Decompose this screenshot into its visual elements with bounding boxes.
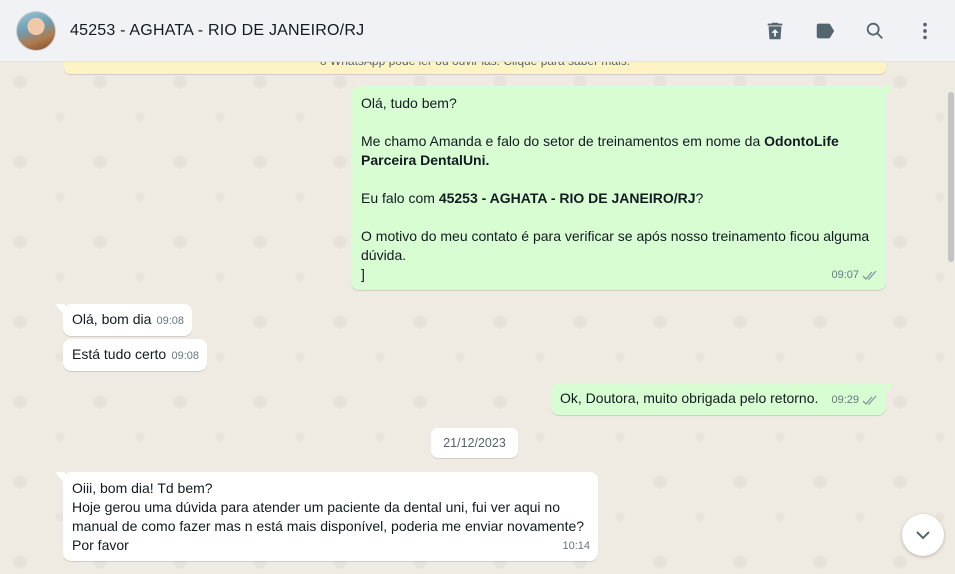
chat-title[interactable]: 45253 - AGHATA - RIO DE JANEIRO/RJ	[70, 22, 364, 40]
bubble-tail	[884, 383, 894, 395]
message-text: Está tudo certo	[72, 346, 167, 362]
bubble-tail	[55, 472, 65, 484]
scrollbar-thumb[interactable]	[948, 92, 954, 262]
double-check-icon	[862, 395, 877, 405]
scroll-to-bottom-button[interactable]	[902, 514, 944, 556]
date-separator: 21/12/2023	[431, 428, 518, 458]
search-icon	[866, 22, 883, 39]
label-button[interactable]	[813, 19, 837, 43]
delete-icon	[767, 22, 783, 40]
message-text: Olá, bom dia	[72, 311, 152, 327]
message-text: Me chamo Amanda e falo do setor de trein…	[361, 133, 839, 168]
chat-area[interactable]: o WhatsApp pode ler ou ouvir las. Clique…	[0, 62, 955, 574]
menu-icon	[923, 22, 927, 40]
message-bubble-incoming[interactable]: Oiii, bom dia! Td bem? Hoje gerou uma dú…	[55, 472, 598, 561]
message-text: Oiii, bom dia! Td bem?	[72, 480, 213, 496]
message-bubble-incoming[interactable]: Está tudo certo 09:08	[63, 339, 207, 371]
message-text: Ok, Doutora, muito obrigada pelo retorno…	[560, 390, 819, 406]
delete-button[interactable]	[763, 19, 787, 43]
label-icon	[816, 23, 835, 39]
bubble-tail	[55, 304, 65, 316]
message-text: Olá, tudo bem?	[361, 95, 457, 111]
bubble-tail	[884, 86, 894, 98]
message-time: 09:29	[831, 391, 878, 410]
message-text: Por favor	[72, 537, 129, 553]
message-time: 09:08	[171, 350, 199, 362]
chat-header: 45253 - AGHATA - RIO DE JANEIRO/RJ	[0, 0, 955, 62]
menu-button[interactable]	[913, 19, 937, 43]
search-button[interactable]	[863, 19, 887, 43]
message-text: ]	[361, 266, 365, 282]
message-time: 10:14	[562, 540, 590, 552]
message-text: O motivo do meu contato é para verificar…	[361, 228, 870, 263]
double-check-icon	[862, 270, 877, 280]
message-bubble-incoming[interactable]: Olá, bom dia 09:08	[55, 304, 192, 336]
message-bubble-outgoing[interactable]: Olá, tudo bem? Me chamo Amanda e falo do…	[351, 86, 894, 290]
message-time: 09:08	[156, 315, 184, 327]
encryption-notice[interactable]: o WhatsApp pode ler ou ouvir las. Clique…	[64, 62, 886, 74]
message-text: Hoje gerou uma dúvida para atender um pa…	[72, 499, 585, 534]
header-actions	[763, 0, 937, 62]
message-bubble-outgoing[interactable]: Ok, Doutora, muito obrigada pelo retorno…	[551, 383, 894, 415]
avatar[interactable]	[16, 10, 56, 51]
chevron-down-icon	[916, 531, 930, 540]
message-text: Eu falo com 45253 - AGHATA - RIO DE JANE…	[361, 190, 704, 206]
message-time: 09:07	[831, 266, 878, 285]
